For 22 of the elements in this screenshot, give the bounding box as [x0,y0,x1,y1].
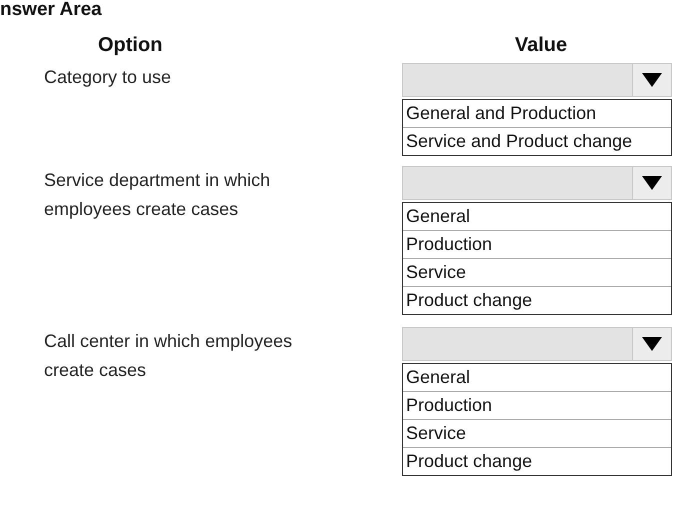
list-option[interactable]: Product change [403,286,671,314]
dropdown-arrow-icon [641,336,663,352]
list-option[interactable]: General [403,203,671,230]
column-header: Value [514,34,568,58]
option-label: Service department in which employees create cases [44,169,272,221]
dropdown-arrow-icon [641,72,663,88]
option-label: Call center in which employees create cases [44,330,294,382]
list-option[interactable]: Service [403,258,671,286]
list-option[interactable]: Product change [403,447,671,475]
list-option[interactable]: General [403,364,671,391]
list-option[interactable]: Service [403,419,671,447]
list-option[interactable]: General and Production [403,100,671,127]
dropdown[interactable] [402,166,672,200]
list-option[interactable]: Production [403,230,671,258]
list-option[interactable]: Production [403,391,671,419]
section-heading: nswer Area [0,0,103,20]
dropdown-arrow-icon [641,175,663,191]
dropdown[interactable] [402,327,672,361]
column-header: Option [97,34,164,58]
option-label: Category to use [44,66,172,89]
list-option[interactable]: Service and Product change [403,127,671,155]
dropdown[interactable] [402,63,672,97]
